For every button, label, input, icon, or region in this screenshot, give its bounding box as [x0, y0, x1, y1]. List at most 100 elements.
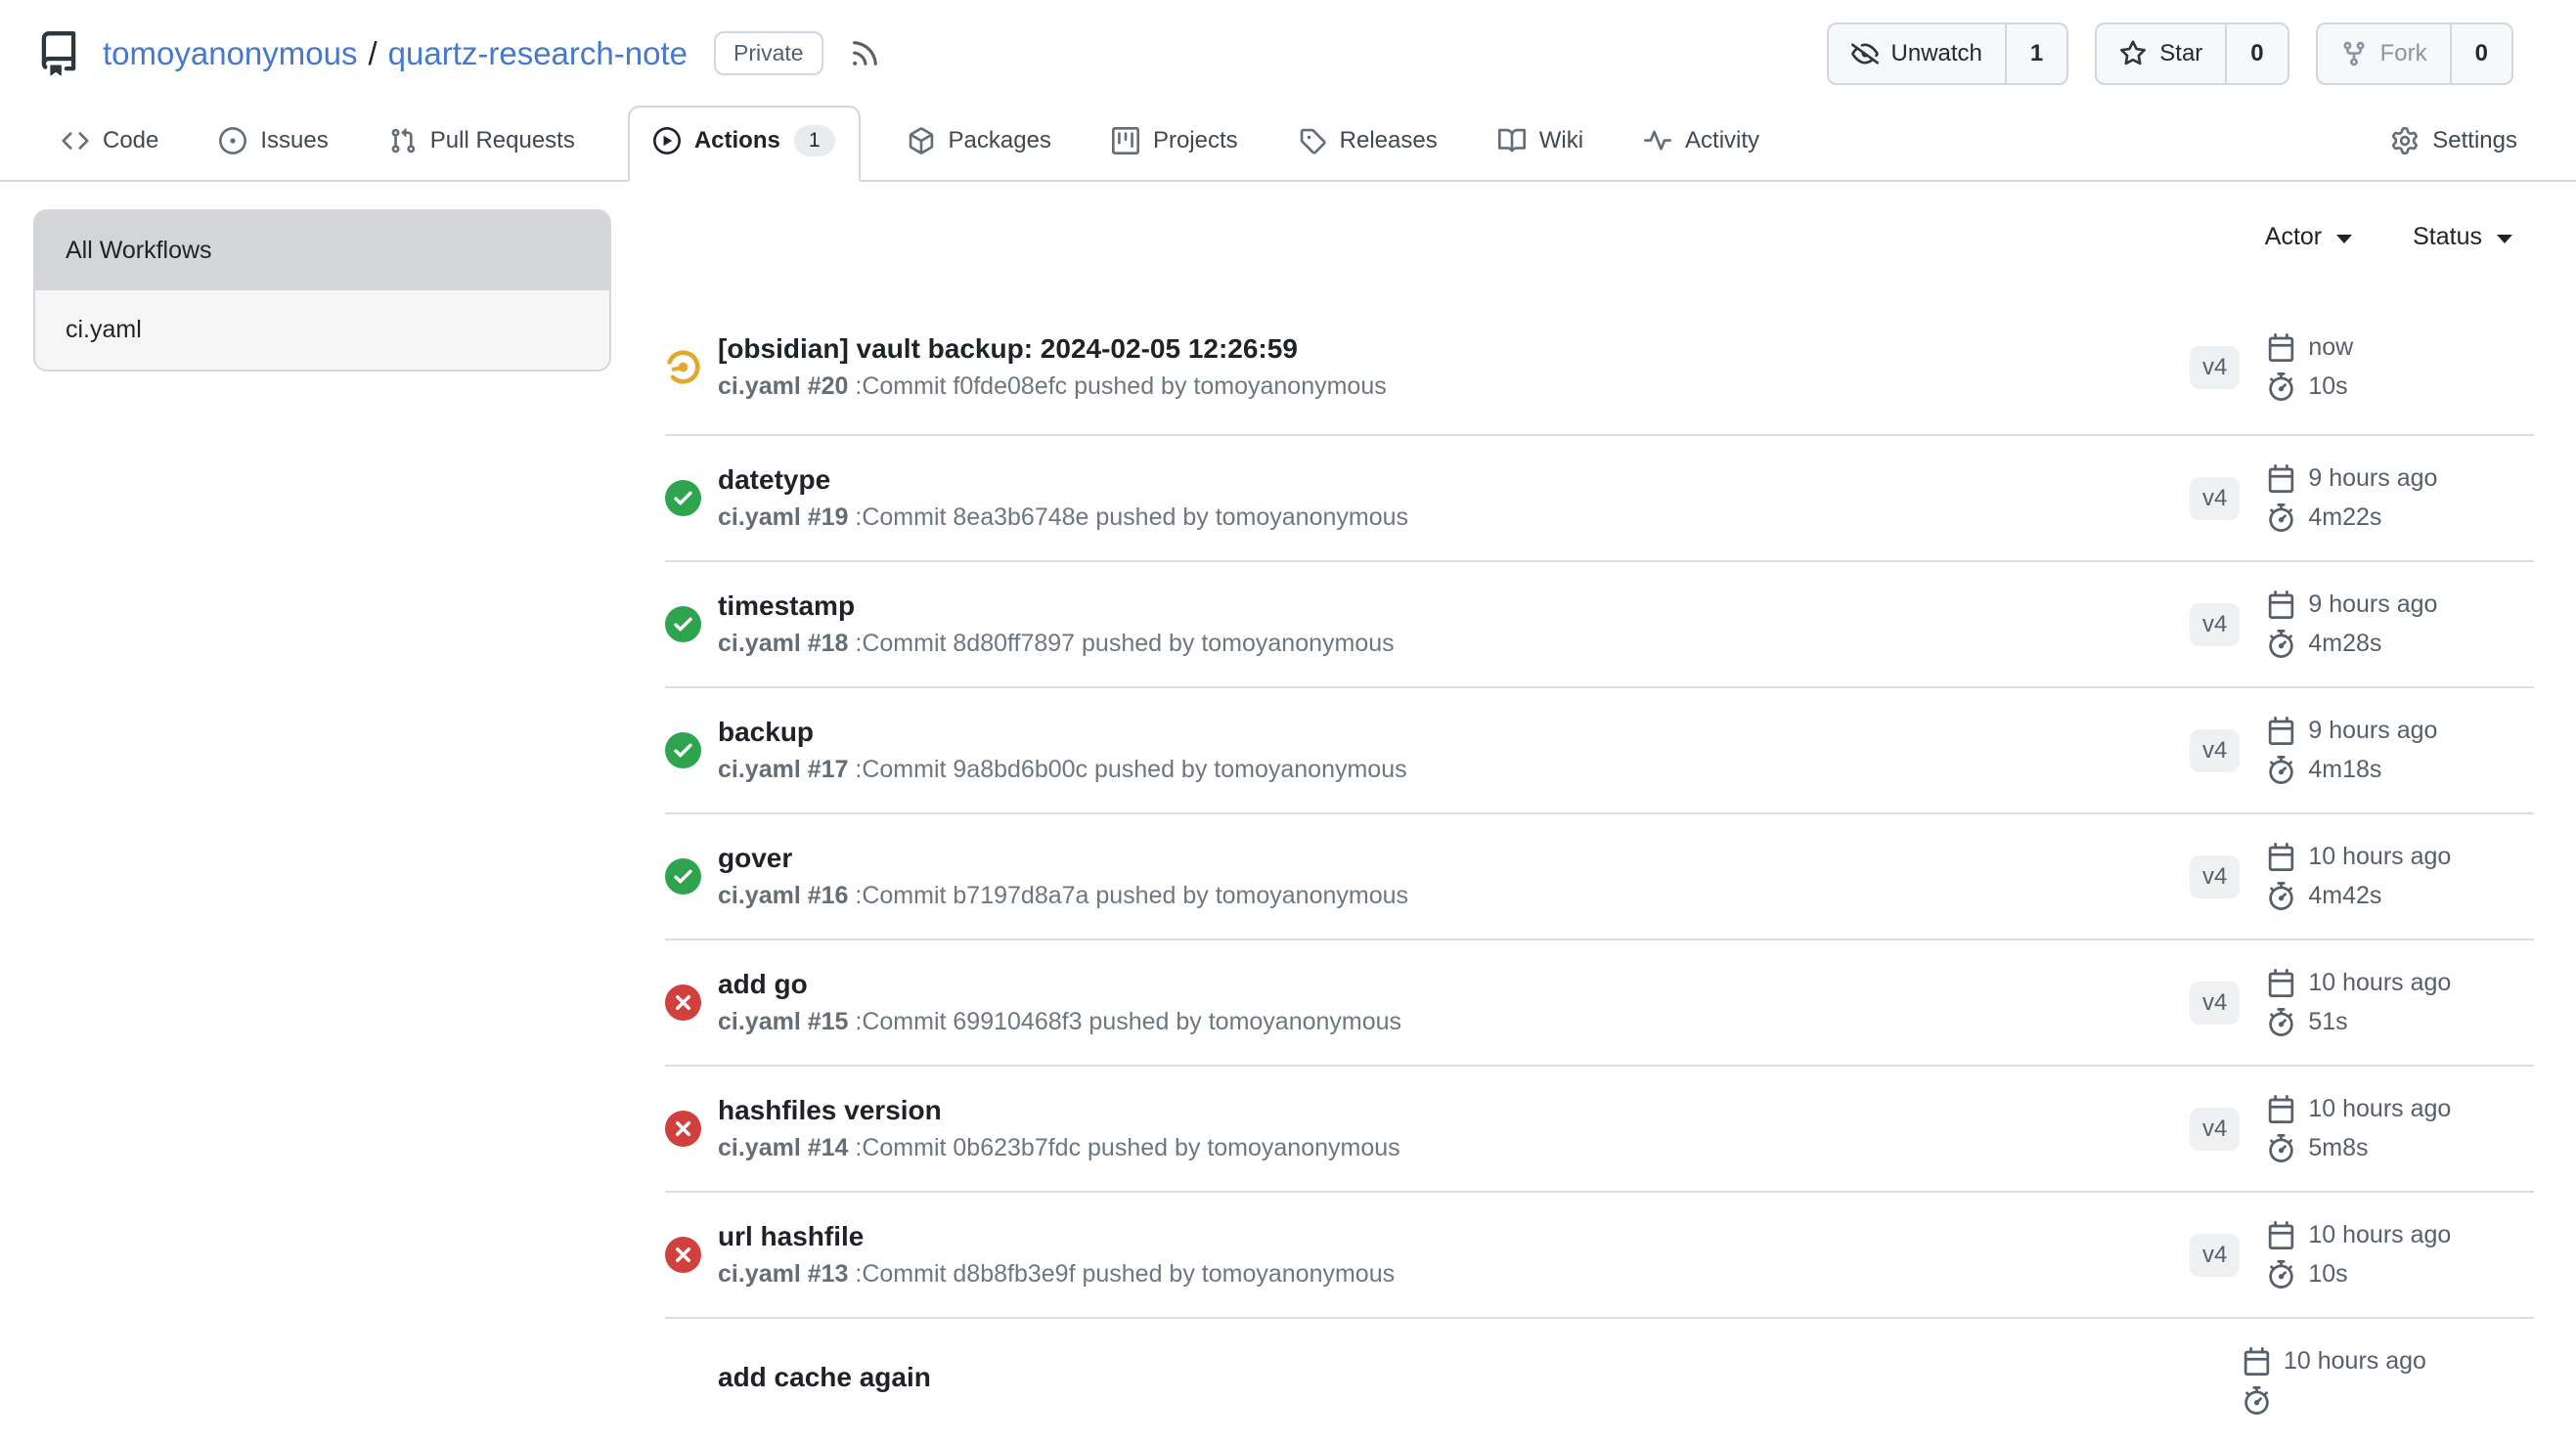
visibility-badge: Private	[714, 31, 823, 75]
star-icon	[2119, 40, 2147, 67]
runner-version-badge: v4	[2190, 1108, 2240, 1151]
run-workflow-ref-link[interactable]: ci.yaml #13	[718, 1260, 848, 1288]
run-title-link[interactable]: [obsidian] vault backup: 2024-02-05 12:2…	[718, 333, 1387, 365]
run-meta: v4 9 hours ago 4m22s	[2190, 464, 2534, 532]
run-subtitle: ci.yaml #13 :Commit d8b8fb3e9f pushed by…	[718, 1260, 1395, 1289]
run-meta: v4 9 hours ago 4m18s	[2190, 717, 2534, 784]
fork-button[interactable]: Fork 0	[2316, 22, 2513, 85]
runner-version-badge: v4	[2190, 1234, 2240, 1277]
runner-version-badge: v4	[2190, 477, 2240, 520]
run-started-time: 9 hours ago	[2308, 717, 2437, 745]
run-duration-line	[2243, 1386, 2426, 1415]
tab-projects[interactable]: Projects	[1104, 127, 1246, 180]
run-duration-line: 5m8s	[2267, 1134, 2451, 1162]
run-commit-info: :Commit 8d80ff7897 pushed by tomoyanonym…	[855, 630, 1394, 657]
stopwatch-icon	[2243, 1386, 2271, 1415]
actor-filter-label: Actor	[2265, 223, 2322, 251]
star-button[interactable]: Star 0	[2095, 22, 2288, 85]
tab-wiki-label: Wiki	[1539, 127, 1583, 154]
runner-version-badge: v4	[2190, 346, 2240, 389]
workflows-sidebar: All Workflows ci.yaml	[33, 209, 611, 372]
run-commit-info: :Commit 8ea3b6748e pushed by tomoyanonym…	[855, 503, 1408, 531]
run-duration: 4m42s	[2308, 882, 2381, 910]
tab-projects-label: Projects	[1153, 127, 1238, 154]
unwatch-button[interactable]: Unwatch 1	[1827, 22, 2069, 85]
actor-filter-dropdown[interactable]: Actor	[2265, 223, 2352, 251]
status-filter-dropdown[interactable]: Status	[2413, 223, 2512, 251]
run-started-time: 10 hours ago	[2308, 969, 2451, 997]
run-duration-line: 10s	[2267, 1260, 2451, 1289]
tab-packages[interactable]: Packages	[900, 127, 1059, 180]
runner-version-badge: v4	[2190, 729, 2240, 772]
stopwatch-icon	[2267, 503, 2295, 532]
sidebar-item-ci-yaml[interactable]: ci.yaml	[35, 290, 609, 370]
pull-request-icon	[389, 127, 417, 154]
run-workflow-ref-link[interactable]: ci.yaml #19	[718, 503, 848, 531]
run-started-time: 9 hours ago	[2308, 590, 2437, 619]
run-workflow-ref-link[interactable]: ci.yaml #18	[718, 630, 848, 657]
run-workflow-ref-link[interactable]: ci.yaml #16	[718, 882, 848, 909]
x-circle-icon	[665, 1237, 701, 1273]
run-title-link[interactable]: hashfiles version	[718, 1095, 1400, 1126]
tab-pull-requests[interactable]: Pull Requests	[381, 127, 583, 180]
chevron-down-icon	[2336, 235, 2352, 243]
workflow-run-row: timestamp ci.yaml #18 :Commit 8d80ff7897…	[665, 560, 2534, 686]
run-workflow-ref-link[interactable]: ci.yaml #20	[718, 372, 848, 400]
pulse-icon	[1644, 127, 1671, 154]
run-duration: 4m28s	[2308, 630, 2381, 658]
workflow-run-row: url hashfile ci.yaml #13 :Commit d8b8fb3…	[665, 1191, 2534, 1317]
stopwatch-icon	[2267, 1134, 2295, 1162]
run-title-link[interactable]: add cache again	[718, 1362, 931, 1393]
forks-count[interactable]: 0	[2450, 24, 2511, 83]
run-title-link[interactable]: datetype	[718, 464, 1408, 496]
run-title-link[interactable]: backup	[718, 717, 1407, 748]
run-status-icon	[665, 349, 701, 385]
run-started-time: 9 hours ago	[2308, 464, 2437, 493]
in-progress-spinner-icon	[665, 349, 701, 385]
repo-header: tomoyanonymous / quartz-research-note Pr…	[0, 0, 2576, 107]
stars-count[interactable]: 0	[2225, 24, 2287, 83]
rss-feed-icon[interactable]	[849, 37, 881, 69]
run-started-line: 9 hours ago	[2267, 590, 2437, 619]
run-duration-line: 4m22s	[2267, 503, 2437, 532]
run-started-time: 10 hours ago	[2284, 1347, 2426, 1376]
tab-issues[interactable]: Issues	[211, 127, 335, 180]
calendar-icon	[2267, 717, 2295, 745]
run-workflow-ref-link[interactable]: ci.yaml #15	[718, 1008, 848, 1035]
run-duration-line: 4m28s	[2267, 630, 2437, 658]
run-started-line: 9 hours ago	[2267, 717, 2437, 745]
star-label: Star	[2159, 40, 2202, 67]
run-commit-info: :Commit 69910468f3 pushed by tomoyanonym…	[855, 1008, 1401, 1035]
run-duration-line: 51s	[2267, 1008, 2451, 1036]
tab-activity[interactable]: Activity	[1636, 127, 1767, 180]
run-workflow-ref-link[interactable]: ci.yaml #14	[718, 1134, 848, 1161]
repo-name-link[interactable]: quartz-research-note	[388, 35, 688, 72]
repo-social-buttons: Unwatch 1 Star 0 Fork 0	[1827, 22, 2513, 85]
run-started-line: now	[2267, 333, 2353, 362]
sidebar-item-all-workflows[interactable]: All Workflows	[35, 211, 609, 290]
tab-releases-label: Releases	[1340, 127, 1438, 154]
tab-code[interactable]: Code	[54, 127, 166, 180]
run-commit-info: :Commit 0b623b7fdc pushed by tomoyanonym…	[855, 1134, 1399, 1161]
run-started-line: 10 hours ago	[2267, 1095, 2451, 1123]
project-icon	[1112, 127, 1139, 154]
run-title-link[interactable]: add go	[718, 969, 1401, 1000]
tab-wiki[interactable]: Wiki	[1490, 127, 1591, 180]
run-status-icon	[665, 1363, 701, 1399]
run-duration: 10s	[2308, 1260, 2347, 1289]
run-title-link[interactable]: gover	[718, 843, 1408, 874]
watchers-count[interactable]: 1	[2005, 24, 2066, 83]
run-meta: v4 10 hours ago 10s	[2190, 1221, 2534, 1289]
workflow-runs-list: [obsidian] vault backup: 2024-02-05 12:2…	[665, 292, 2534, 1443]
run-status-icon	[665, 606, 701, 642]
tab-settings[interactable]: Settings	[2383, 127, 2525, 180]
runner-version-badge: v4	[2190, 855, 2240, 898]
run-started-line: 10 hours ago	[2267, 969, 2451, 997]
tab-actions[interactable]: Actions 1	[628, 106, 861, 182]
repo-owner-link[interactable]: tomoyanonymous	[103, 35, 357, 72]
run-title-link[interactable]: timestamp	[718, 590, 1395, 622]
run-title-link[interactable]: url hashfile	[718, 1221, 1395, 1252]
run-workflow-ref-link[interactable]: ci.yaml #17	[718, 756, 848, 783]
run-commit-info: :Commit b7197d8a7a pushed by tomoyanonym…	[855, 882, 1408, 909]
tab-releases[interactable]: Releases	[1291, 127, 1445, 180]
